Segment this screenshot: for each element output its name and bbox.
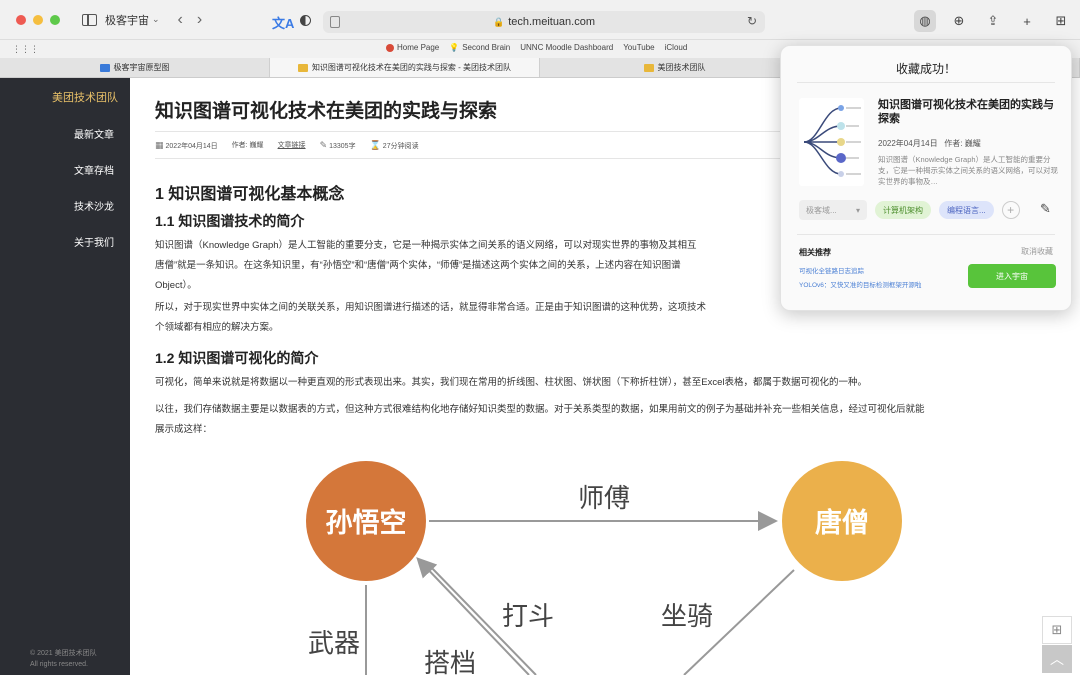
edit-icon[interactable]: ✎ (1040, 201, 1051, 217)
qr-code-button[interactable]: ⊞ (1042, 616, 1072, 644)
saved-article-description: 知识图谱（Knowledge Graph）是人工智能的重要分支，它是一种揭示实体… (878, 155, 1058, 186)
lock-icon: 🔒 (492, 16, 505, 27)
bookmark-unnc-moodle[interactable]: UNNC Moodle Dashboard (520, 43, 613, 52)
cancel-bookmark-link[interactable]: 取消收藏 (1021, 246, 1053, 257)
sidebar-toggle-icon[interactable] (82, 13, 97, 26)
edge-fight-label: 打斗 (502, 602, 554, 632)
tag-computer-architecture[interactable]: 计算机架构 (875, 201, 931, 219)
tab-group-label[interactable]: 极客宇宙 (105, 12, 149, 28)
universe-select[interactable]: 极客域... ▾ (799, 200, 867, 220)
divider (797, 234, 1055, 235)
diagram-svg: 孙悟空 唐僧 师傅 打斗 坐骑 武器 搭档 (306, 461, 902, 675)
zoom-window-button[interactable] (50, 14, 60, 25)
section-heading-1-2: 1.2 知识图谱可视化的简介 (155, 350, 319, 366)
section-heading-1-1: 1.1 知识图谱技术的简介 (155, 213, 305, 229)
chevron-down-icon: ▾ (855, 205, 860, 215)
node-b-label: 唐僧 (815, 507, 869, 539)
favicon-icon (297, 63, 308, 72)
back-to-top-button[interactable]: ︿ (1042, 645, 1072, 673)
bookmark-popup: 收藏成功！ 知识图谱可视化技术在美团的实践与探索 2022年04月14日 作者:… (780, 45, 1072, 311)
edge-ride-label: 坐骑 (661, 602, 713, 632)
globe-extension-icon[interactable]: ◍ (914, 10, 936, 32)
home-page-favicon-icon (386, 43, 394, 52)
nav-about[interactable]: 关于我们 (74, 234, 114, 249)
share-icon[interactable]: ⇪ (982, 10, 1004, 32)
meta-author: 作者: 巍耀 (231, 142, 264, 149)
add-tag-button[interactable]: + (1001, 201, 1020, 219)
enter-universe-button[interactable]: 进入宇宙 (968, 264, 1056, 288)
lightbulb-icon: 💡 (449, 43, 460, 52)
edge-partner-label: 搭档 (424, 649, 476, 675)
paragraph-3: 可视化，简单来说就是将数据以一种更直观的形式表现出来。其实，我们现在常用的折线图… (155, 377, 867, 388)
tag-programming-language[interactable]: 编程语言... (939, 201, 994, 219)
related-label: 相关推荐 (799, 248, 831, 257)
saved-article-meta: 2022年04月14日 作者: 巍耀 (878, 139, 981, 148)
nav-latest[interactable]: 最新文章 (74, 126, 114, 141)
site-logo[interactable]: 美团技术团队 (52, 89, 118, 105)
popup-title: 收藏成功！ (895, 62, 956, 76)
knowledge-graph-diagram: 孙悟空 唐僧 师傅 打斗 坐骑 武器 搭档 (294, 450, 904, 675)
related-link-2[interactable]: YOLOv6：又快又准的目标检测框架开源啦 (799, 279, 921, 289)
page-title: 知识图谱可视化技术在美团的实践与探索 (155, 101, 498, 122)
download-icon[interactable]: ⊕ (948, 10, 970, 32)
sidebar-footer: © 2021 美团技术团队 All rights reserved. (30, 650, 97, 668)
bookmark-youtube[interactable]: YouTube (623, 43, 654, 52)
address-bar[interactable]: 🔒 tech.meituan.com ↻ (323, 11, 765, 33)
back-button[interactable]: ‹ (178, 11, 183, 29)
divider (797, 82, 1055, 83)
favicon-icon (99, 63, 110, 72)
meta-words: ✎ 13305字 (319, 139, 356, 150)
new-tab-icon[interactable]: + (1016, 10, 1038, 32)
toolbar-right: ◍ ⊕ ⇪ + ⊞ (914, 10, 1072, 32)
calendar-icon: ▦ (155, 139, 164, 150)
saved-article-title[interactable]: 知识图谱可视化技术在美团的实践与探索 (878, 98, 1060, 126)
nav-archive[interactable]: 文章存档 (74, 162, 114, 177)
hourglass-icon: ⌛ (369, 139, 381, 150)
bookmarks-grid-icon[interactable]: ⋮⋮⋮ (12, 44, 39, 55)
window-controls (16, 14, 60, 25)
reload-icon[interactable]: ↻ (747, 14, 757, 28)
url-text: tech.meituan.com (508, 16, 596, 28)
tab-prototype[interactable]: 极客宇宙原型图 (0, 58, 270, 77)
section-heading-1: 1 知识图谱可视化基本概念 (155, 186, 345, 203)
bookmark-home-page[interactable]: Home Page (386, 43, 439, 52)
translate-icon[interactable]: 文A (272, 13, 294, 32)
edge-weapon-label: 武器 (308, 629, 360, 659)
close-window-button[interactable] (16, 14, 26, 25)
tab-overview-icon[interactable]: ⊞ (1050, 10, 1072, 32)
site-sidebar: 美团技术团队 最新文章 文章存档 技术沙龙 关于我们 © 2021 美团技术团队… (0, 78, 130, 675)
node-a-label: 孙悟空 (326, 507, 407, 539)
meta-date: ▦ 2022年04月14日 (155, 139, 218, 150)
tab-meituan-tech[interactable]: 美团技术团队 (540, 58, 810, 77)
tag-row: 极客域... ▾ 计算机架构 编程语言... + (799, 200, 1020, 220)
article-link[interactable]: 文章链接 (278, 140, 306, 150)
mindmap-thumbnail-icon (803, 105, 861, 177)
article-thumbnail[interactable] (799, 98, 864, 186)
bookmark-icloud[interactable]: iCloud (665, 43, 688, 52)
bookmark-second-brain[interactable]: 💡 Second Brain (449, 43, 510, 52)
pencil-icon: ✎ (319, 139, 328, 150)
forward-button[interactable]: › (197, 11, 202, 29)
page-icon (330, 16, 340, 28)
paragraph-4: 以往，我们存储数据主要是以数据表的方式，但这种方式很难结构化地存储好知识类型的数… (155, 404, 925, 435)
tab-article[interactable]: 知识图谱可视化技术在美团的实践与探索 - 美团技术团队 (270, 58, 540, 77)
meta-read-time: ⌛ 27分钟阅读 (369, 139, 419, 150)
edge-master-label: 师傅 (578, 484, 630, 514)
minimize-window-button[interactable] (33, 14, 43, 25)
related-link-1[interactable]: 可视化全链路日志追踪 (799, 265, 864, 275)
privacy-shield-icon[interactable] (300, 15, 311, 26)
nav-salon[interactable]: 技术沙龙 (74, 198, 114, 213)
favicon-icon (643, 63, 654, 72)
chevron-down-icon[interactable]: ⌄ (152, 14, 160, 25)
